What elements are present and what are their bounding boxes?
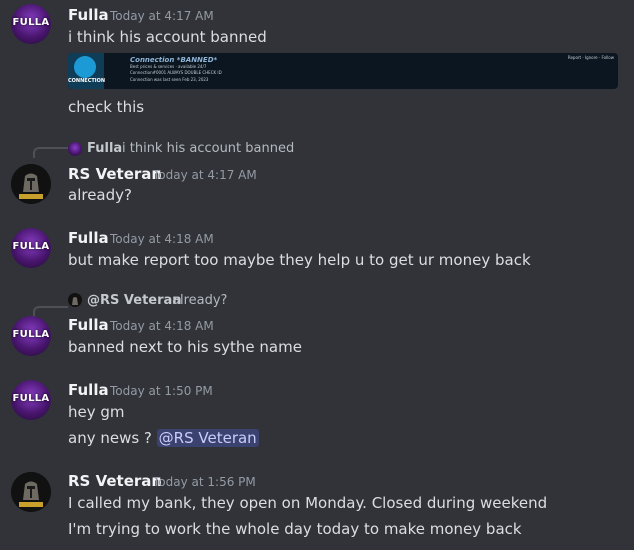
embed-line: Connection was last seen Feb 23, 2023	[130, 77, 209, 82]
reply-spine	[33, 306, 68, 317]
embed-line: Connection#0001 ALWAYS DOUBLE CHECK ID	[130, 70, 222, 75]
veteran-helmet-icon	[11, 472, 51, 512]
message-text: hey gm	[68, 403, 125, 421]
reply-author[interactable]: @RS Veteran	[87, 293, 182, 308]
reply-author[interactable]: Fulla	[87, 141, 122, 156]
veteran-helmet-icon	[11, 164, 51, 204]
embed-actions: Report · Ignore · Follow	[567, 55, 614, 60]
reply-spine	[33, 147, 68, 158]
avatar-fulla[interactable]: FULLA	[11, 316, 51, 356]
embed-title: Connection *BANNED*	[130, 56, 218, 64]
reply-avatar-rs-veteran	[68, 293, 82, 307]
message-timestamp: Today at 4:18 AM	[110, 319, 214, 333]
avatar-label: FULLA	[12, 17, 50, 28]
embed-logo-text: CONNECTION	[68, 78, 106, 84]
username-fulla[interactable]: Fulla	[68, 381, 109, 399]
user-mention[interactable]: @RS Veteran	[156, 429, 259, 447]
message-text: I'm trying to work the whole day today t…	[68, 520, 522, 538]
avatar-fulla[interactable]: FULLA	[11, 380, 51, 420]
avatar-label: FULLA	[12, 241, 50, 252]
message-text: banned next to his sythe name	[68, 338, 302, 356]
username-fulla[interactable]: Fulla	[68, 229, 109, 247]
message-text: but make report too maybe they help u to…	[68, 251, 531, 269]
avatar-fulla[interactable]: FULLA	[11, 4, 51, 44]
message-timestamp: Today at 4:17 AM	[153, 168, 257, 182]
avatar-rs-veteran[interactable]	[11, 472, 51, 512]
username-rs-veteran[interactable]: RS Veteran	[68, 165, 162, 183]
message-timestamp: Today at 1:56 PM	[153, 475, 256, 489]
message-timestamp: Today at 1:50 PM	[110, 384, 213, 398]
username-fulla[interactable]: Fulla	[68, 316, 109, 334]
embed-line: Best prices & services · available 24/7	[130, 64, 207, 69]
message-text: check this	[68, 98, 145, 116]
message-text: already?	[68, 186, 132, 204]
message-text: any news ? @RS Veteran	[68, 429, 259, 447]
message-text-fragment: any news ?	[68, 429, 157, 447]
reply-preview[interactable]: already?	[172, 293, 227, 308]
message-timestamp: Today at 4:18 AM	[110, 232, 214, 246]
reply-avatar-fulla	[68, 142, 82, 156]
message-text: I called my bank, they open on Monday. C…	[68, 494, 548, 512]
embed-logo: CONNECTION	[68, 53, 106, 89]
reply-preview[interactable]: i think his account banned	[122, 141, 294, 156]
avatar-rs-veteran[interactable]	[11, 164, 51, 204]
username-rs-veteran[interactable]: RS Veteran	[68, 472, 162, 490]
message-text: i think his account banned	[68, 28, 267, 46]
image-embed[interactable]: CONNECTION Connection *BANNED* Best pric…	[68, 53, 618, 89]
message-timestamp: Today at 4:17 AM	[110, 9, 214, 23]
avatar-label: FULLA	[12, 329, 50, 340]
veteran-helmet-icon	[72, 297, 78, 305]
avatar-fulla[interactable]: FULLA	[11, 228, 51, 268]
avatar-label: FULLA	[12, 393, 50, 404]
username-fulla[interactable]: Fulla	[68, 6, 109, 24]
